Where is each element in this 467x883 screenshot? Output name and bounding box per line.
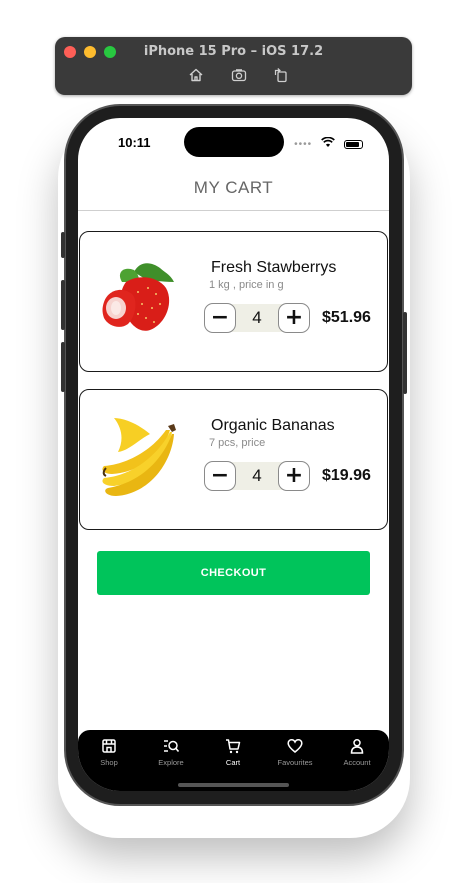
decrease-quantity-button[interactable]: − [204,303,236,333]
power-button [403,312,407,394]
tab-label: Explore [158,758,184,767]
strawberry-image [94,252,186,342]
account-icon [327,738,387,756]
page-title: MY CART [193,178,274,197]
product-price: $19.96 [322,467,371,484]
checkout-button[interactable]: CHECKOUT [97,551,370,595]
tab-cart[interactable]: Cart [203,738,263,767]
product-price: $51.96 [322,309,371,326]
explore-icon [141,738,201,756]
cart-item: Fresh Stawberrys 1 kg , price in g − 4 +… [79,231,388,372]
cart-item: Organic Bananas 7 pcs, price − 4 + $19.9… [79,389,388,530]
tab-account[interactable]: Account [327,738,387,767]
product-description: 7 pcs, price [209,437,266,449]
tab-favourites[interactable]: Favourites [265,738,325,767]
cart-icon [203,738,263,756]
header-divider [78,210,389,211]
banana-image [94,410,186,500]
quantity-stepper: − 4 + [204,461,310,491]
decrease-quantity-button[interactable]: − [204,461,236,491]
wifi-icon [320,135,335,153]
product-name: Organic Bananas [211,417,335,434]
status-time: 10:11 [118,135,151,150]
heart-icon [265,738,325,756]
tab-shop[interactable]: Shop [79,738,139,767]
rotate-icon[interactable] [273,67,291,85]
tab-label: Account [343,758,371,767]
increase-quantity-button[interactable]: + [278,303,310,333]
quantity-value: 4 [252,466,262,485]
tab-label: Cart [225,758,241,767]
volume-down-button [61,342,65,392]
simulator-title: iPhone 15 Pro – iOS 17.2 [143,44,324,59]
signal-dots: •••• [294,138,313,150]
home-icon[interactable] [188,67,206,85]
home-indicator [178,783,289,787]
status-icons: •••• [294,135,363,150]
quantity-stepper: − 4 + [204,303,310,333]
increase-quantity-button[interactable]: + [278,461,310,491]
simulator-toolbar: iPhone 15 Pro – iOS 17.2 [55,37,412,95]
product-name: Fresh Stawberrys [211,259,337,276]
screenshot-icon[interactable] [231,67,249,85]
tab-label: Favourites [277,758,313,767]
tab-label: Shop [100,758,118,767]
tab-bar: Shop Explore Cart Favourites Account [78,730,389,791]
product-description: 1 kg , price in g [209,279,284,291]
action-button [61,232,65,258]
tab-explore[interactable]: Explore [141,738,201,767]
battery-icon [344,139,363,149]
shop-icon [79,738,139,756]
quantity-value: 4 [252,308,262,327]
dynamic-island [184,127,284,157]
phone-screen: 10:11 •••• MY CART Fresh Stawberrys 1 kg… [78,118,389,791]
volume-up-button [61,280,65,330]
